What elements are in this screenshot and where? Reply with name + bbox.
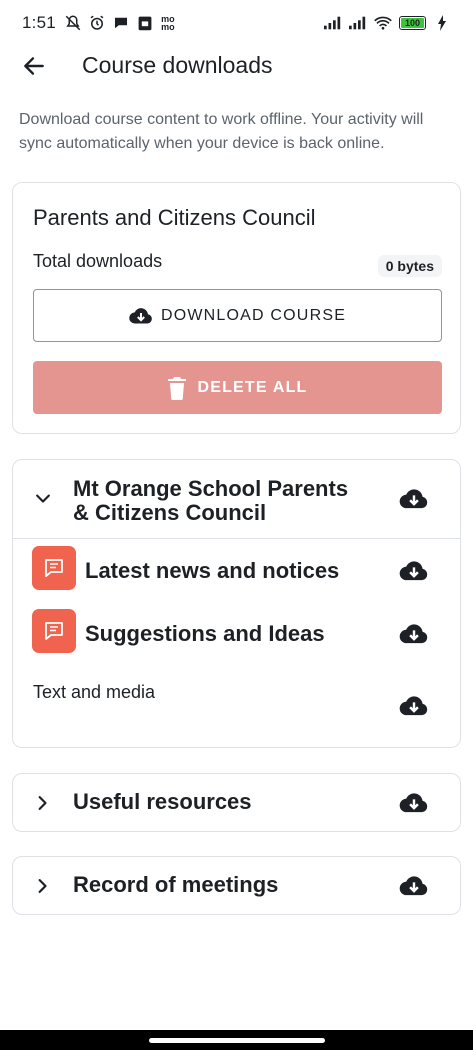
battery-icon: 100 <box>399 16 426 30</box>
section-title: Record of meetings <box>73 872 279 897</box>
charging-icon <box>433 14 451 32</box>
app-header: Course downloads <box>0 46 473 86</box>
back-button[interactable] <box>18 50 50 82</box>
chevron-right-icon[interactable] <box>31 791 55 815</box>
mute-icon <box>64 14 82 32</box>
course-summary-card: Parents and Citizens Council Total downl… <box>12 182 461 434</box>
download-course-label: DOWNLOAD COURSE <box>160 306 347 324</box>
signal-icon <box>349 14 367 32</box>
calendar-icon <box>136 14 154 32</box>
section-title: Mt Orange School Parents & Citizens Coun… <box>73 477 348 525</box>
total-downloads-label: Total downloads <box>33 251 163 271</box>
arrow-left-icon <box>24 57 44 75</box>
section-card-collapsed[interactable]: Useful resources <box>12 773 461 832</box>
delete-all-button[interactable]: DELETE ALL <box>33 361 442 414</box>
home-indicator[interactable] <box>148 1037 325 1043</box>
module-title: Text and media <box>33 682 156 702</box>
module-row[interactable]: Text and media <box>13 675 460 735</box>
total-downloads-badge: 0 bytes <box>377 255 442 277</box>
course-name: Parents and Citizens Council <box>33 205 316 230</box>
module-download-icon[interactable] <box>398 555 430 587</box>
status-right: 100 <box>324 14 451 32</box>
section-download-icon[interactable] <box>398 787 430 819</box>
download-course-button[interactable]: DOWNLOAD COURSE <box>33 289 442 342</box>
section-card-collapsed[interactable]: Record of meetings <box>12 856 461 915</box>
signal-icon <box>324 14 342 32</box>
status-bar: 1:51 mo mo 100 <box>0 0 473 46</box>
status-notification-icons: mo mo <box>64 14 176 32</box>
forum-icon <box>32 546 76 590</box>
momo-icon: mo mo <box>161 14 175 32</box>
section-card-expanded: Mt Orange School Parents & Citizens Coun… <box>12 459 461 748</box>
chat-icon <box>112 14 130 32</box>
chevron-down-icon[interactable] <box>31 487 55 511</box>
section-header[interactable]: Mt Orange School Parents & Citizens Coun… <box>13 460 460 539</box>
module-row[interactable]: Latest news and notices <box>13 546 460 596</box>
battery-level: 100 <box>401 18 424 28</box>
status-left: 1:51 mo mo <box>22 13 176 33</box>
section-title: Useful resources <box>73 789 252 814</box>
module-download-icon[interactable] <box>398 690 430 722</box>
module-title: Suggestions and Ideas <box>85 621 325 646</box>
module-title: Latest news and notices <box>85 558 340 583</box>
wifi-icon <box>374 14 392 32</box>
cloud-download-icon <box>129 307 152 324</box>
delete-all-label: DELETE ALL <box>197 378 308 396</box>
chevron-right-icon[interactable] <box>31 874 55 898</box>
section-title-line2: & Citizens Council <box>73 500 267 525</box>
section-download-icon[interactable] <box>398 870 430 902</box>
navigation-bar <box>0 1030 473 1050</box>
trash-icon <box>168 376 187 400</box>
page-title: Course downloads <box>82 52 273 78</box>
section-title-line1: Mt Orange School Parents <box>73 476 349 501</box>
module-row[interactable]: Suggestions and Ideas <box>13 609 460 659</box>
module-download-icon[interactable] <box>398 618 430 650</box>
forum-icon <box>32 609 76 653</box>
alarm-icon <box>88 14 106 32</box>
intro-text: Download course content to work offline.… <box>19 111 424 152</box>
section-download-icon[interactable] <box>398 483 430 515</box>
status-time: 1:51 <box>22 13 56 32</box>
